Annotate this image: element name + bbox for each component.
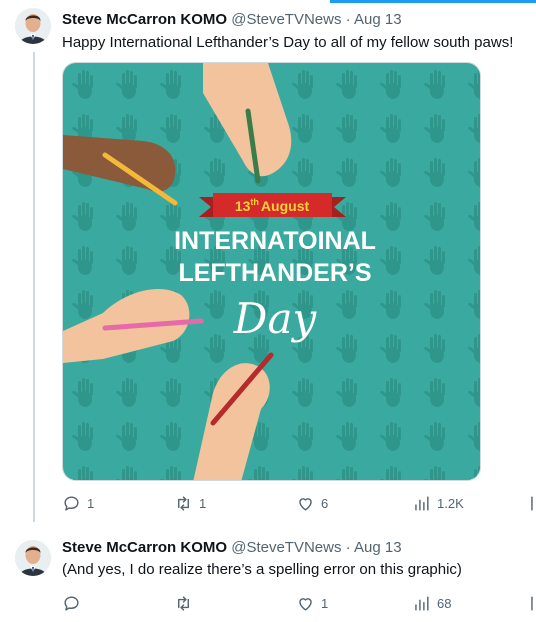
like-button[interactable]: 6 (296, 492, 328, 514)
like-icon (299, 497, 312, 511)
tweet-text: Happy International Lefthander’s Day to … (62, 34, 514, 51)
top-progress-bar (0, 0, 536, 4)
share-button[interactable] (528, 592, 536, 614)
separator: · (345, 11, 351, 28)
retweet-icon (178, 495, 189, 511)
lefthanders-day-graphic: 13th August INTERNATOINAL LEFTHANDER’S Da… (63, 63, 480, 480)
tweet-header: Steve McCarron KOMO @SteveTVNews · Aug 1… (62, 538, 402, 558)
views-count: 68 (437, 595, 452, 611)
svg-text:13thAugust: 13th August (235, 197, 310, 214)
retweet-button[interactable]: 1 (174, 492, 206, 514)
banner-sup: th (250, 197, 259, 207)
author-name[interactable]: Steve McCarron KOMO (62, 539, 227, 556)
tweet-actions: 1 1 6 1.2K (62, 492, 536, 514)
share-icon (531, 595, 533, 611)
author-handle[interactable]: @SteveTVNews (231, 11, 341, 28)
share-icon (531, 495, 533, 511)
views-count: 1.2K (437, 495, 464, 511)
reply-icon (64, 495, 79, 511)
thread-line (33, 52, 35, 522)
share-button[interactable] (528, 492, 536, 514)
retweet-button[interactable] (174, 592, 193, 614)
graphic-script-day: Day (233, 294, 318, 343)
views-icon (415, 595, 429, 611)
like-button[interactable]: 1 (296, 592, 328, 614)
reply-button[interactable] (62, 592, 81, 614)
reply-count: 1 (87, 495, 95, 511)
like-icon (299, 597, 312, 611)
author-name[interactable]: Steve McCarron KOMO (62, 11, 227, 28)
tweet-header: Steve McCarron KOMO @SteveTVNews · Aug 1… (62, 10, 402, 30)
tweet-actions: 1 68 (62, 592, 536, 614)
avatar[interactable] (15, 540, 51, 576)
separator: · (345, 539, 351, 556)
reply-button[interactable]: 1 (62, 492, 94, 514)
retweet-count: 1 (199, 495, 207, 511)
tweet-text: (And yes, I do realize there’s a spellin… (62, 561, 462, 578)
reply-icon (64, 595, 79, 611)
tweet-date[interactable]: Aug 13 (354, 539, 402, 556)
banner-month: August (261, 198, 310, 214)
graphic-title-line1: INTERNATOINAL (174, 227, 376, 255)
retweet-icon (178, 595, 189, 611)
like-count: 6 (321, 495, 329, 511)
banner-day: 13 (235, 198, 251, 214)
like-count: 1 (321, 595, 329, 611)
views-icon (415, 495, 429, 511)
views-button[interactable]: 68 (412, 592, 451, 614)
avatar[interactable] (15, 8, 51, 44)
graphic-title-line2: LEFTHANDER’S (178, 259, 371, 287)
views-button[interactable]: 1.2K (412, 492, 464, 514)
author-handle[interactable]: @SteveTVNews (231, 539, 341, 556)
tweet-image[interactable]: 13th August INTERNATOINAL LEFTHANDER’S Da… (62, 62, 481, 481)
tweet-date[interactable]: Aug 13 (354, 11, 402, 28)
